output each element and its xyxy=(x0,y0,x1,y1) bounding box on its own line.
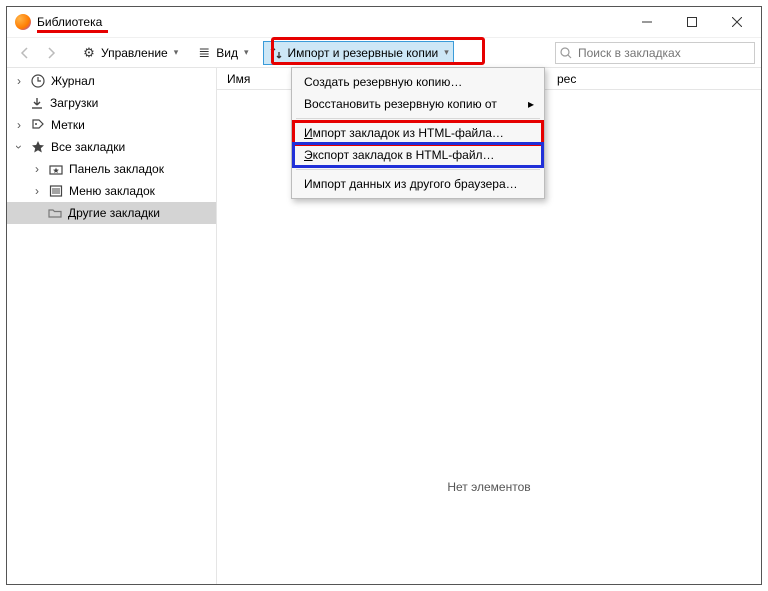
tree-label: Другие закладки xyxy=(68,206,160,220)
menu-separator xyxy=(296,118,540,119)
sidebar: › Журнал Загрузки › Метки › xyxy=(7,68,217,584)
tree-other-bookmarks[interactable]: Другие закладки xyxy=(7,202,216,224)
window-controls xyxy=(624,8,759,37)
view-label: Вид xyxy=(216,46,238,60)
menu-export-html[interactable]: Экспорт закладок в HTML-файл… xyxy=(294,144,542,166)
library-window: Библиотека Управление ▾ xyxy=(6,6,762,585)
tree-tags[interactable]: › Метки xyxy=(7,114,216,136)
menu-import-browser[interactable]: Импорт данных из другого браузера… xyxy=(294,173,542,195)
chevron-right-icon: ▸ xyxy=(528,97,534,111)
tree-label: Загрузки xyxy=(50,96,98,110)
menu-label: Экспорт закладок в HTML-файл… xyxy=(304,148,495,162)
tree-label: Все закладки xyxy=(51,140,125,154)
menu-label: Создать резервную копию… xyxy=(304,75,462,89)
maximize-button[interactable] xyxy=(669,8,714,37)
clock-icon xyxy=(30,73,46,89)
list-icon xyxy=(196,45,212,61)
folder-icon xyxy=(47,205,63,221)
titlebar: Библиотека xyxy=(7,7,761,37)
chevron-down-icon: › xyxy=(12,141,26,153)
manage-label: Управление xyxy=(101,46,168,60)
nav-forward-button[interactable] xyxy=(39,41,63,65)
manage-button[interactable]: Управление ▾ xyxy=(77,41,182,65)
view-button[interactable]: Вид ▾ xyxy=(192,41,252,65)
gear-icon xyxy=(81,45,97,61)
chevron-right-icon: › xyxy=(31,184,43,198)
window-title: Библиотека xyxy=(37,15,102,29)
tree-toolbar-bookmarks[interactable]: › Панель закладок xyxy=(7,158,216,180)
star-icon xyxy=(30,139,46,155)
star-box-icon xyxy=(48,161,64,177)
import-backup-label: Импорт и резервные копии xyxy=(288,46,439,60)
toolbar: Управление ▾ Вид ▾ Импорт и резервные ко… xyxy=(7,37,761,67)
menu-import-html[interactable]: Импорт закладок из HTML-файла… xyxy=(294,122,542,144)
menu-label: Импорт данных из другого браузера… xyxy=(304,177,518,191)
menu-restore-backup[interactable]: Восстановить резервную копию от ▸ xyxy=(294,93,542,115)
import-backup-menu: Создать резервную копию… Восстановить ре… xyxy=(291,67,545,199)
annotation-underline xyxy=(37,30,108,33)
tree-all-bookmarks[interactable]: › Все закладки xyxy=(7,136,216,158)
star-list-icon xyxy=(48,183,64,199)
tree-menu-bookmarks[interactable]: › Меню закладок xyxy=(7,180,216,202)
search-icon xyxy=(560,47,572,59)
tree-history[interactable]: › Журнал xyxy=(7,70,216,92)
import-export-icon xyxy=(268,45,284,61)
menu-label: Импорт закладок из HTML-файла… xyxy=(304,126,504,140)
chevron-right-icon: › xyxy=(13,118,25,132)
chevron-down-icon: ▾ xyxy=(244,47,249,58)
tree-label: Меню закладок xyxy=(69,184,155,198)
menu-label: Восстановить резервную копию от xyxy=(304,97,497,111)
tree-downloads[interactable]: Загрузки xyxy=(7,92,216,114)
chevron-down-icon: ▾ xyxy=(174,47,179,58)
close-button[interactable] xyxy=(714,8,759,37)
search-input[interactable] xyxy=(576,45,750,61)
empty-message: Нет элементов xyxy=(217,480,761,494)
chevron-down-icon: ▾ xyxy=(444,47,449,58)
search-box[interactable] xyxy=(555,42,755,64)
tag-icon xyxy=(30,117,46,133)
tree-label: Панель закладок xyxy=(69,162,164,176)
chevron-right-icon: › xyxy=(13,74,25,88)
import-backup-button[interactable]: Импорт и резервные копии ▾ xyxy=(263,41,454,65)
download-icon xyxy=(29,95,45,111)
tree-label: Журнал xyxy=(51,74,95,88)
chevron-right-icon: › xyxy=(31,162,43,176)
tree-label: Метки xyxy=(51,118,85,132)
minimize-button[interactable] xyxy=(624,8,669,37)
window-title-wrap: Библиотека xyxy=(37,15,102,29)
nav-back-button[interactable] xyxy=(13,41,37,65)
menu-separator xyxy=(296,169,540,170)
menu-create-backup[interactable]: Создать резервную копию… xyxy=(294,71,542,93)
firefox-icon xyxy=(15,14,31,30)
column-addr[interactable]: рес xyxy=(557,72,576,86)
